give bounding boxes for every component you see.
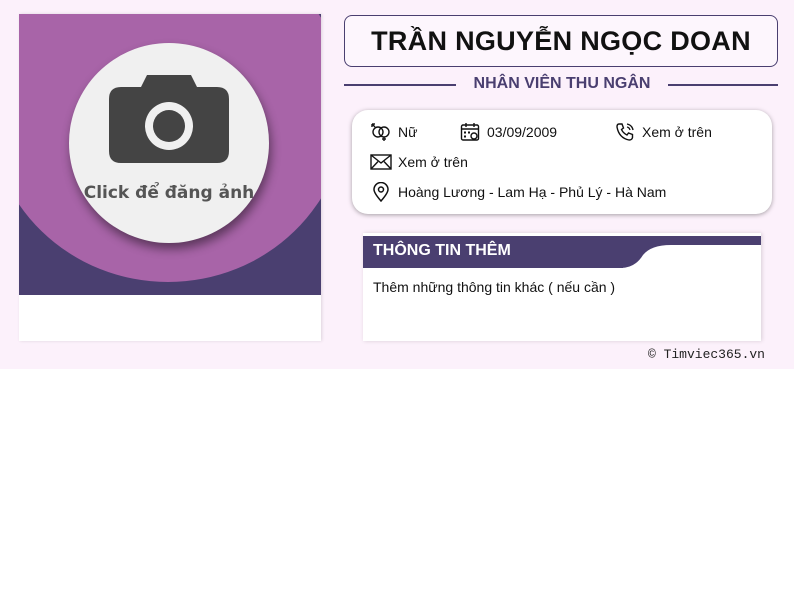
camera-icon (109, 75, 229, 163)
extra-info-header-curve (621, 245, 671, 268)
photo-panel: Click để đăng ảnh (19, 14, 321, 341)
cv-sheet: Click để đăng ảnh TRẦN NGUYỄN NGỌC DOAN … (0, 0, 794, 369)
email-item[interactable]: Xem ở trên (370, 152, 468, 172)
calendar-icon (459, 122, 481, 142)
contact-info-box: Nữ 03/09/2009 Xem ở trên Xem ở trên Hoàn… (352, 110, 772, 214)
extra-info-title: THÔNG TIN THÊM (373, 242, 511, 259)
phone-item[interactable]: Xem ở trên (614, 122, 712, 142)
email-value: Xem ở trên (398, 154, 468, 170)
footer-credit: © Timviec365.vn (647, 347, 765, 362)
title-divider-right (668, 84, 778, 86)
address-value: Hoàng Lương - Lam Hạ - Phủ Lý - Hà Nam (398, 184, 667, 200)
job-title[interactable]: NHÂN VIÊN THU NGÂN (456, 75, 668, 93)
upload-photo-label[interactable]: Click để đăng ảnh (69, 183, 269, 203)
title-divider-left (344, 84, 456, 86)
phone-value: Xem ở trên (642, 124, 712, 140)
gender-item[interactable]: Nữ (370, 122, 417, 142)
birthday-item[interactable]: 03/09/2009 (459, 122, 557, 142)
extra-info-text[interactable]: Thêm những thông tin khác ( nếu cần ) (373, 279, 615, 295)
full-name[interactable]: TRẦN NGUYỄN NGỌC DOAN (371, 26, 751, 57)
map-pin-icon (370, 182, 392, 202)
gender-value: Nữ (398, 124, 418, 140)
name-box: TRẦN NGUYỄN NGỌC DOAN (344, 15, 778, 67)
birthday-value: 03/09/2009 (487, 124, 558, 140)
avatar-upload[interactable]: Click để đăng ảnh (69, 43, 269, 243)
address-item[interactable]: Hoàng Lương - Lam Hạ - Phủ Lý - Hà Nam (370, 182, 666, 202)
gender-icon (370, 122, 392, 142)
phone-icon (614, 122, 636, 142)
envelope-icon (370, 152, 392, 172)
extra-info-section: THÔNG TIN THÊM Thêm những thông tin khác… (363, 233, 761, 341)
